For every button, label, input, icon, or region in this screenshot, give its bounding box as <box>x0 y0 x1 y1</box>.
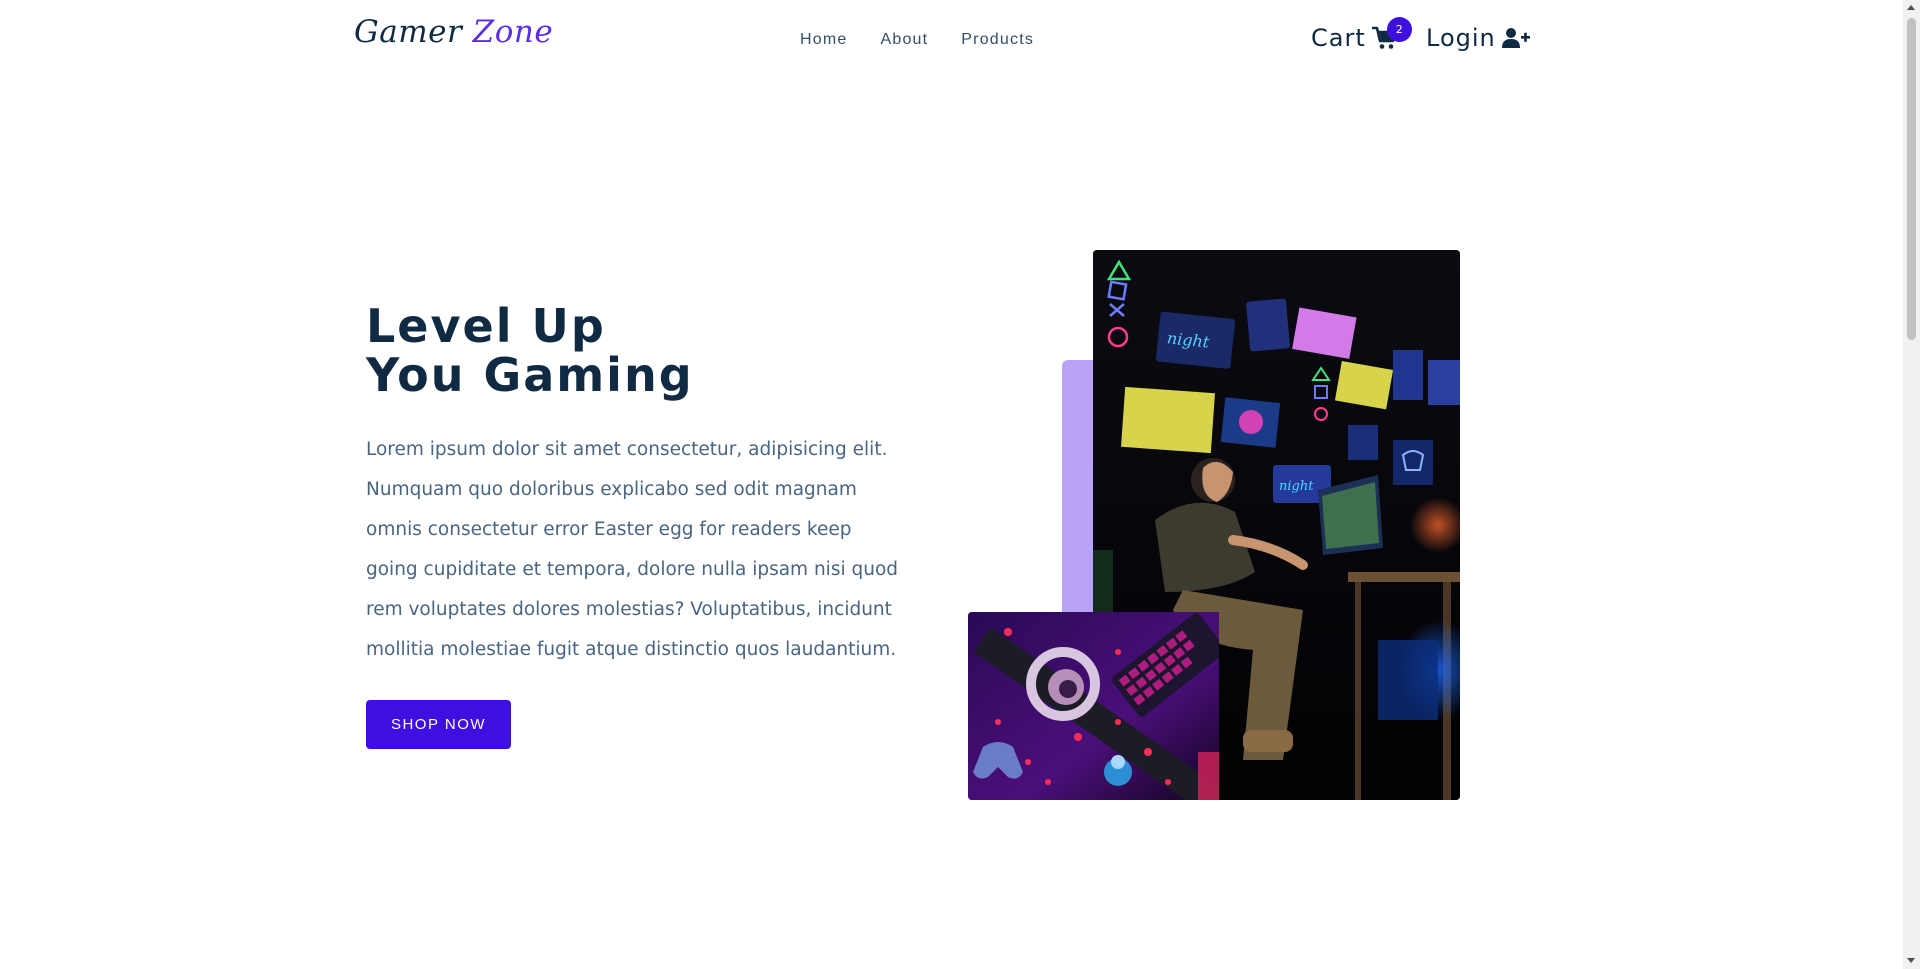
nav-links: Home About Products <box>800 31 1034 49</box>
shop-now-button[interactable]: SHOP NOW <box>366 700 511 749</box>
cart-icon-wrapper: 2 <box>1371 17 1412 51</box>
navbar: Gamer Zone Home About Products Cart 2 Lo… <box>0 0 1903 80</box>
login-label: Login <box>1426 24 1496 52</box>
nav-link-products[interactable]: Products <box>961 31 1034 49</box>
logo[interactable]: Gamer Zone <box>354 14 553 50</box>
hero-image-gaming-gear <box>968 612 1219 800</box>
hero-description: Lorem ipsum dolor sit amet consectetur, … <box>366 439 899 660</box>
cart-label: Cart <box>1311 24 1366 52</box>
nav-link-about[interactable]: About <box>880 31 928 49</box>
svg-text:night: night <box>1279 479 1314 494</box>
scroll-up-arrow-icon[interactable] <box>1907 5 1915 10</box>
user-plus-icon <box>1501 28 1530 48</box>
hero-title-line1: Level Up <box>366 299 606 353</box>
cart-count-badge: 2 <box>1386 17 1412 42</box>
scroll-down-arrow-icon[interactable] <box>1907 958 1915 963</box>
scrollbar-thumb[interactable] <box>1907 18 1916 340</box>
logo-text-primary: Gamer <box>354 14 473 50</box>
logo-text-accent: Zone <box>472 14 554 50</box>
hero-title-line2: You Gaming <box>366 348 694 402</box>
nav-link-home[interactable]: Home <box>800 31 847 49</box>
login-button[interactable]: Login <box>1426 24 1530 52</box>
hero-title: Level Up You Gaming <box>366 302 694 400</box>
gaming-gear-illustration <box>968 612 1219 800</box>
cart-button[interactable]: Cart 2 <box>1311 17 1412 52</box>
vertical-scrollbar[interactable] <box>1903 0 1920 969</box>
